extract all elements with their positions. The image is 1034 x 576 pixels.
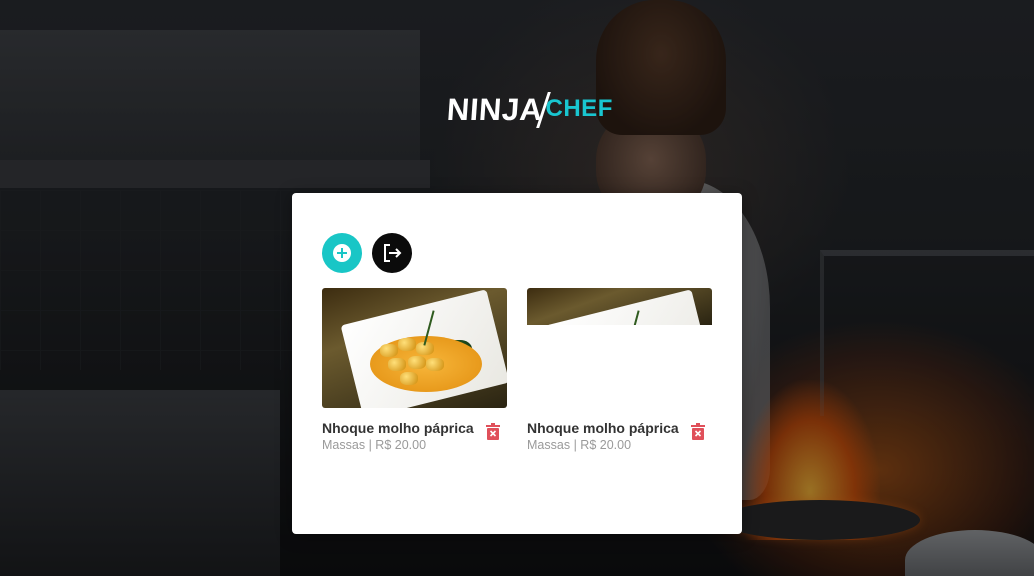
logout-icon <box>384 244 402 262</box>
dish-category: Massas <box>527 438 571 452</box>
dish-price: R$ 20.00 <box>375 438 427 452</box>
dish-category: Massas <box>322 438 366 452</box>
meta-separator: | <box>573 438 577 452</box>
plus-circle-icon <box>333 244 351 262</box>
dish-name: Nhoque molho páprica <box>527 420 679 436</box>
meta-separator: | <box>368 438 372 452</box>
action-bar <box>322 233 412 273</box>
dish-photo <box>527 288 712 408</box>
dish-card[interactable]: Nhoque molho páprica Massas | R$ 20.00 <box>322 288 507 453</box>
dishes-panel: Nhoque molho páprica Massas | R$ 20.00 N… <box>292 193 742 534</box>
dish-card[interactable]: Nhoque molho páprica Massas | R$ 20.00 <box>527 288 712 453</box>
delete-dish-button[interactable] <box>482 420 504 442</box>
delete-dish-button[interactable] <box>687 420 709 442</box>
trash-icon <box>691 422 705 440</box>
trash-icon <box>486 422 500 440</box>
dish-price: R$ 20.00 <box>580 438 632 452</box>
dish-meta: Massas | R$ 20.00 <box>527 438 679 453</box>
dish-grid: Nhoque molho páprica Massas | R$ 20.00 N… <box>322 288 712 453</box>
logo-chef-text: CHEF <box>545 95 613 122</box>
logout-button[interactable] <box>372 233 412 273</box>
logo-ninja-text: NINJA <box>445 92 544 127</box>
dish-name: Nhoque molho páprica <box>322 420 474 436</box>
dish-photo <box>322 288 507 408</box>
ninjachef-logo: NINJA CHEF <box>445 88 613 128</box>
dish-meta: Massas | R$ 20.00 <box>322 438 474 453</box>
add-dish-button[interactable] <box>322 233 362 273</box>
